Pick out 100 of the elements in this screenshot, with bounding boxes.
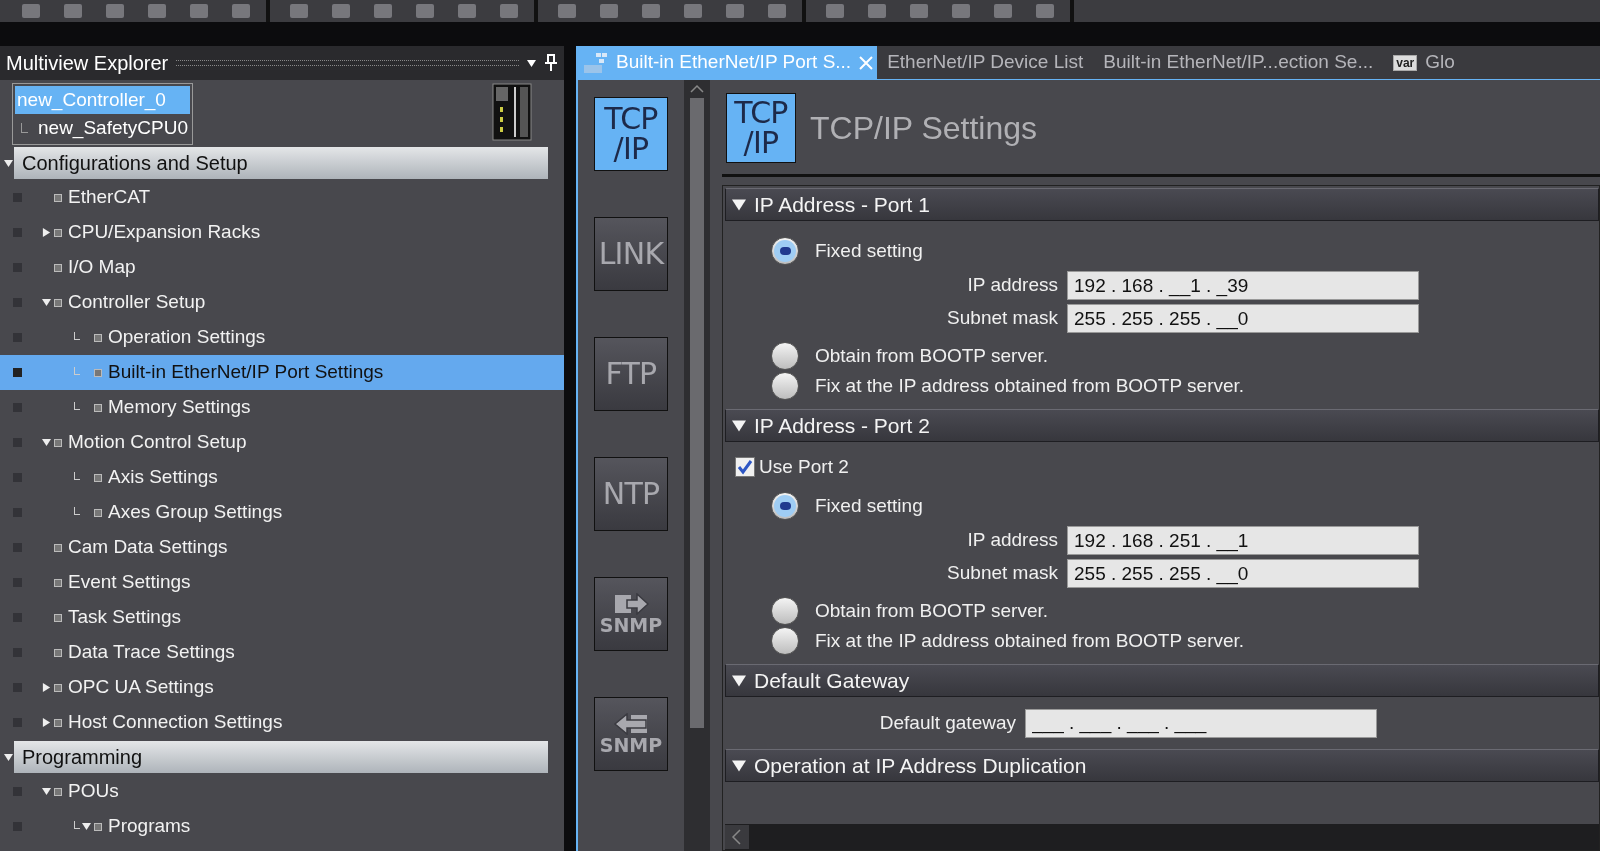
toolbar-icon[interactable] (1036, 4, 1054, 18)
settings-nav-button[interactable]: NTP (594, 457, 668, 531)
input-field[interactable]: 192 . 168 . __1 . _39 (1067, 271, 1419, 300)
toolbar-icon[interactable] (684, 4, 702, 18)
toolbar-icon[interactable] (22, 4, 40, 18)
collapse-icon[interactable] (732, 418, 746, 433)
section-header[interactable]: Default Gateway (725, 664, 1599, 697)
toolbar-icon[interactable] (106, 4, 124, 18)
item-label: I/O Map (68, 255, 136, 280)
collapse-icon[interactable] (42, 298, 51, 307)
tree-item[interactable]: CPU/Expansion Racks (0, 215, 564, 250)
tree-item[interactable]: OPC UA Settings (0, 670, 564, 705)
expand-icon[interactable] (42, 718, 51, 727)
toolbar-icon[interactable] (64, 4, 82, 18)
nav-button-text: /IP (613, 134, 649, 164)
input-field[interactable]: 255 . 255 . 255 . __0 (1067, 559, 1419, 588)
toolbar-icon[interactable] (600, 4, 618, 18)
section-header[interactable]: Programming (14, 741, 548, 773)
radio-button[interactable] (771, 597, 799, 625)
tree-item[interactable]: Data Trace Settings (0, 635, 564, 670)
toolbar-icon[interactable] (642, 4, 660, 18)
tree-item[interactable]: Cam Data Settings (0, 530, 564, 565)
input-field[interactable]: 192 . 168 . 251 . __1 (1067, 526, 1419, 555)
settings-nav-button[interactable]: TCP /IP (594, 97, 668, 171)
toolbar-icon[interactable] (416, 4, 434, 18)
field-label: IP address (966, 528, 1059, 553)
toolbar-icon[interactable] (768, 4, 786, 18)
vertical-scrollbar[interactable] (684, 80, 710, 851)
tree-item[interactable]: Axes Group Settings (0, 495, 564, 530)
tree-item[interactable]: Event Settings (0, 565, 564, 600)
toolbar-icon[interactable] (910, 4, 928, 18)
expand-icon[interactable] (42, 228, 51, 237)
toolbar-icon[interactable] (868, 4, 886, 18)
close-icon[interactable] (859, 55, 874, 70)
collapse-icon[interactable] (732, 197, 746, 212)
radio-button[interactable] (771, 492, 799, 520)
toolbar-icon[interactable] (232, 4, 250, 18)
section-header[interactable]: IP Address - Port 1 (725, 188, 1599, 221)
tree-item[interactable]: Operation Settings (0, 320, 564, 355)
horizontal-scrollbar[interactable] (725, 824, 1599, 850)
tree-item[interactable]: I/O Map (0, 250, 564, 285)
scroll-left-icon[interactable] (725, 825, 749, 849)
settings-nav-button[interactable]: LINK (594, 217, 668, 291)
settings-nav-button[interactable]: SNMP (594, 697, 668, 771)
collapse-icon[interactable] (82, 822, 91, 831)
editor-tab[interactable]: EtherNet/IP Device List (877, 46, 1094, 79)
input-field[interactable]: 255 . 255 . 255 . __0 (1067, 304, 1419, 333)
toolbar-icon[interactable] (332, 4, 350, 18)
toolbar-icon[interactable] (374, 4, 392, 18)
tree-item[interactable]: EtherCAT (0, 180, 564, 215)
collapse-icon[interactable] (42, 438, 51, 447)
collapse-icon[interactable] (3, 158, 13, 168)
tree-item[interactable]: POUs (0, 774, 564, 809)
tree-item[interactable]: Built-in EtherNet/IP Port Settings (0, 355, 564, 390)
tree-item[interactable]: Programs (0, 809, 564, 844)
scroll-up-icon[interactable] (690, 84, 704, 94)
item-icon (94, 403, 102, 412)
input-field[interactable]: ___ . ___ . ___ . ___ (1025, 708, 1377, 738)
collapse-icon[interactable] (42, 787, 51, 796)
tree-item[interactable]: Axis Settings (0, 460, 564, 495)
radio-button[interactable] (771, 237, 799, 265)
tree-item[interactable]: Controller Setup (0, 285, 564, 320)
tree-item[interactable]: Memory Settings (0, 390, 564, 425)
section-header[interactable]: Configurations and Setup (14, 147, 548, 179)
dropdown-icon[interactable] (527, 58, 536, 68)
radio-button[interactable] (771, 627, 799, 655)
collapse-icon[interactable] (3, 752, 13, 762)
tree-item[interactable]: Motion Control Setup (0, 425, 564, 460)
item-label: Controller Setup (68, 290, 206, 315)
device-item[interactable]: new_SafetyCPU0 (15, 114, 190, 142)
tree-item[interactable]: Task Settings (0, 600, 564, 635)
toolbar-icon[interactable] (726, 4, 744, 18)
toolbar-icon[interactable] (458, 4, 476, 18)
toolbar-icon[interactable] (994, 4, 1012, 18)
editor-tab[interactable]: var Glo (1383, 46, 1465, 79)
editor-tab[interactable]: Built-in EtherNet/IP...ection Se... (1093, 46, 1384, 79)
settings-nav-button[interactable]: SNMP (594, 577, 668, 651)
tree-item[interactable]: Host Connection Settings (0, 705, 564, 740)
checkbox[interactable] (735, 457, 755, 477)
toolbar-icon[interactable] (148, 4, 166, 18)
branch-line-icon (74, 366, 80, 375)
tab-label: Built-in EtherNet/IP Port S... (616, 50, 852, 75)
collapse-icon[interactable] (732, 758, 746, 773)
settings-nav-button[interactable]: FTP (594, 337, 668, 411)
radio-button[interactable] (771, 342, 799, 370)
expand-icon[interactable] (42, 683, 51, 692)
item-label: CPU/Expansion Racks (68, 220, 261, 245)
toolbar-icon[interactable] (558, 4, 576, 18)
toolbar-icon[interactable] (952, 4, 970, 18)
toolbar-icon[interactable] (500, 4, 518, 18)
section-header[interactable]: IP Address - Port 2 (725, 409, 1599, 442)
toolbar-icon[interactable] (190, 4, 208, 18)
section-header[interactable]: Operation at IP Address Duplication (725, 749, 1599, 782)
item-label: Programs (108, 814, 191, 839)
item-label: Event Settings (68, 570, 191, 595)
collapse-icon[interactable] (732, 673, 746, 688)
toolbar-icon[interactable] (826, 4, 844, 18)
toolbar-icon[interactable] (290, 4, 308, 18)
radio-button[interactable] (771, 372, 799, 400)
pin-icon[interactable] (544, 54, 558, 72)
